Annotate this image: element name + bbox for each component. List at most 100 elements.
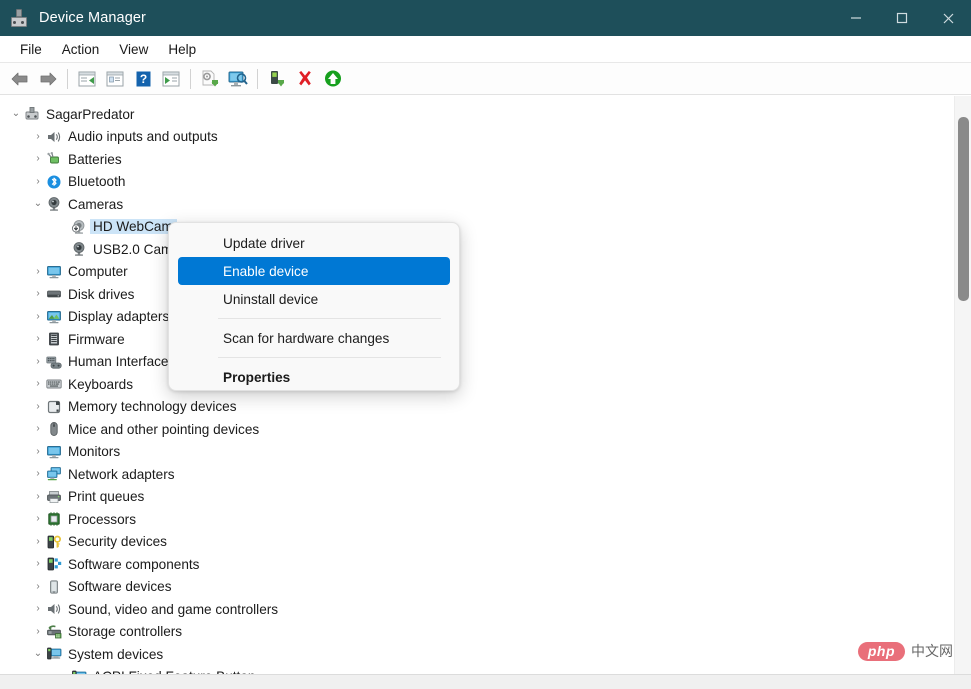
context-menu[interactable]: Update driver Enable device Uninstall devi… [168,222,460,391]
chevron-right-icon[interactable]: › [30,446,46,457]
tree-item-sound-video-and-game-controllers[interactable]: › Sound, video and game controllers [0,598,948,621]
context-menu-update-driver[interactable]: Update driver [178,229,450,257]
battery-icon [46,151,62,167]
chevron-right-icon[interactable]: › [30,604,46,614]
update-device-button[interactable] [319,66,347,92]
firmware-chip-icon [46,331,62,347]
tree-item-display-adapters[interactable]: › Display adapters [0,306,948,329]
tree-item-software-devices[interactable]: › Software devices [0,576,948,599]
chevron-right-icon[interactable]: › [30,379,46,389]
chevron-right-icon[interactable]: › [30,626,46,637]
context-menu-enable-device[interactable]: Enable device [178,257,450,285]
tree-item-software-components[interactable]: › Software components [0,553,948,576]
forward-button[interactable] [34,66,62,92]
chevron-down-icon[interactable]: ⌄ [30,199,46,209]
tree-item-keyboards[interactable]: › Keyboards [0,373,948,396]
menu-file[interactable]: File [10,39,52,60]
speaker-icon [46,129,62,145]
chevron-right-icon[interactable]: › [30,559,46,569]
maximize-button[interactable] [879,0,925,36]
tree-item-disk-drives[interactable]: › Disk drives [0,283,948,306]
show-hide-action-pane-button[interactable] [157,66,185,92]
chevron-right-icon[interactable]: › [30,469,46,479]
menu-action[interactable]: Action [52,39,110,60]
tree-item-monitors[interactable]: › Monitors [0,441,948,464]
vertical-scrollbar[interactable] [954,96,971,674]
toolbar: ? [0,63,971,95]
properties-button[interactable] [101,66,129,92]
context-menu-separator [218,318,441,319]
tree-item-label: SagarPredator [46,106,135,122]
chevron-right-icon[interactable]: › [30,356,46,367]
tree-item-cameras[interactable]: ⌄ Cameras [0,193,948,216]
tree-item-processors[interactable]: › Processors [0,508,948,531]
tree-item-print-queues[interactable]: › Print queues [0,486,948,509]
tree-item-batteries[interactable]: › Batteries [0,148,948,171]
minimize-button[interactable] [833,0,879,36]
chevron-right-icon[interactable]: › [30,154,46,164]
tree-item-bluetooth[interactable]: › Bluetooth [0,171,948,194]
tree-item-label: Network adapters [68,466,175,482]
chevron-right-icon[interactable]: › [30,334,46,344]
tree-item-label: Software components [68,556,200,572]
update-driver-button[interactable] [196,66,224,92]
tree-item-firmware[interactable]: › Firmware [0,328,948,351]
tree-item-label: Mice and other pointing devices [68,421,260,437]
chevron-right-icon[interactable]: › [30,289,46,299]
device-tree-pane[interactable]: ⌄ SagarPredator › Audio inputs and outputs ›… [0,96,971,674]
help-button[interactable]: ? [129,66,157,92]
tree-item-label: Sound, video and game controllers [68,601,279,617]
chevron-right-icon[interactable]: › [30,266,46,277]
chevron-right-icon[interactable]: › [30,491,46,502]
chevron-right-icon[interactable]: › [30,536,46,547]
show-hide-console-tree-button[interactable] [73,66,101,92]
tree-item-memory-technology-devices[interactable]: › Memory technology devices [0,396,948,419]
tree-item-security-devices[interactable]: › Security devices [0,531,948,554]
context-menu-properties[interactable]: Properties [178,363,450,390]
menu-view[interactable]: View [109,39,158,60]
context-menu-uninstall-device[interactable]: Uninstall device [178,285,450,313]
enable-device-button[interactable] [263,66,291,92]
tree-item-computer[interactable]: › Computer [0,261,948,284]
chevron-right-icon[interactable]: › [30,424,46,434]
tree-item-usb20-camera[interactable]: USB2.0 Camera [0,238,948,261]
scrollbar-thumb[interactable] [958,117,969,301]
chevron-right-icon[interactable]: › [30,311,46,322]
back-button[interactable] [6,66,34,92]
status-bar [0,674,971,689]
chevron-down-icon[interactable]: ⌄ [8,109,24,119]
system-device-icon [46,646,62,662]
tree-item-system-devices[interactable]: ⌄ System devices [0,643,948,666]
toolbar-separator [257,68,258,89]
camera-icon [71,241,87,257]
menu-help[interactable]: Help [158,39,206,60]
tree-item-hd-webcam[interactable]: HD WebCam [0,216,948,239]
chevron-right-icon[interactable]: › [30,176,46,187]
tree-item-label: Software devices [68,579,172,595]
scan-for-hardware-changes-button[interactable] [224,66,252,92]
tree-item-human-interface-devices[interactable]: › Human Interface Devices [0,351,948,374]
chevron-right-icon[interactable]: › [30,401,46,412]
uninstall-device-button[interactable] [291,66,319,92]
tree-item-label: Cameras [68,196,124,212]
tree-item-sagarpredator[interactable]: ⌄ SagarPredator [0,103,948,126]
toolbar-separator [190,68,191,89]
context-menu-scan-for-hardware-changes[interactable]: Scan for hardware changes [178,324,450,352]
tree-item-network-adapters[interactable]: › Network adapters [0,463,948,486]
tree-item-label: Processors [68,511,136,527]
computer-tower-icon [24,106,40,122]
monitor-icon [46,264,62,280]
tree-item-mice-and-other-pointing-devices[interactable]: › Mice and other pointing devices [0,418,948,441]
chevron-down-icon[interactable]: ⌄ [30,649,46,659]
chevron-right-icon[interactable]: › [30,581,46,592]
tree-item-audio-inputs-and-outputs[interactable]: › Audio inputs and outputs [0,126,948,149]
close-button[interactable] [925,0,971,36]
gamepad-icon [46,354,62,370]
chevron-right-icon[interactable]: › [30,514,46,524]
monitor-icon [46,444,62,460]
tree-item-acpi-fixed-feature-button[interactable]: ACPI Fixed Feature Button [0,666,948,674]
camera-icon [46,196,62,212]
chevron-right-icon[interactable]: › [30,131,46,142]
tree-item-storage-controllers[interactable]: › Storage controllers [0,621,948,644]
device-manager-window: Device Manager File Action View Help ? ⌄… [0,0,971,689]
